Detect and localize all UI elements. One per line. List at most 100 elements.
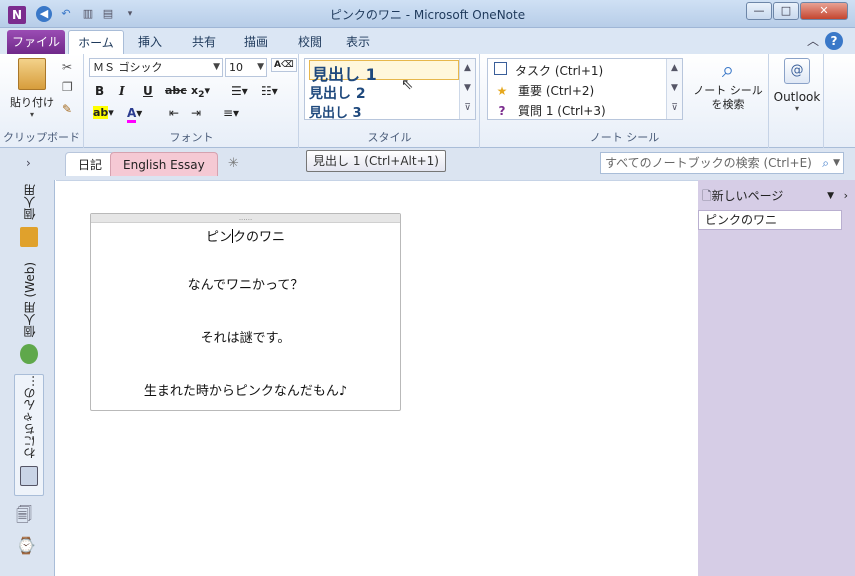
tags-group-label: ノート シール <box>589 131 660 144</box>
outlook-label: Outlook <box>773 90 821 104</box>
copy-icon[interactable]: ❐ <box>62 80 73 94</box>
tab-view[interactable]: 表示 <box>338 30 378 54</box>
chevron-down-icon: ▼ <box>213 62 220 72</box>
note-line-1[interactable]: なんでワニかって？ <box>91 274 400 293</box>
search-placeholder: すべてのノートブックの検索 (Ctrl+E) <box>605 156 812 170</box>
tab-insert[interactable]: 挿入 <box>130 30 170 54</box>
styles-gallery: 見出し 1 見出し 2 見出し 3 ⇖ ▲ ▼ ⊽ <box>304 58 476 121</box>
paste-button[interactable]: 貼り付け ▾ <box>8 58 56 119</box>
search-input[interactable]: すべてのノートブックの検索 (Ctrl+E) ⌕ ▼ <box>600 152 844 174</box>
tooltip: 見出し 1 (Ctrl+Alt+1) <box>306 150 446 172</box>
unfiled-notes-icon[interactable]: 🗐 <box>16 504 32 531</box>
find-tags-label: ノート シールを検索 <box>693 84 763 111</box>
new-page-icon: 🗋 <box>702 189 712 203</box>
new-page-label: 新しいページ <box>711 189 784 203</box>
italic-button[interactable]: I <box>119 84 125 98</box>
tag-task-label: タスク (Ctrl+1) <box>515 64 604 78</box>
font-size-combo[interactable]: 10 ▼ <box>225 58 267 77</box>
numbering-icon[interactable]: ☷▾ <box>261 84 278 98</box>
outlook-icon: @ <box>784 58 810 84</box>
page-list: 🗋新しいページ ▼ › ピンクのワニ <box>698 180 855 576</box>
tag-task[interactable]: タスク (Ctrl+1) <box>494 62 603 79</box>
outlook-group: @ Outlook ▾ <box>770 54 824 148</box>
minimize-button[interactable]: — <box>746 2 772 20</box>
chevron-right-icon[interactable]: › <box>844 186 848 206</box>
page-canvas[interactable]: ...... ピンクのワニ なんでワニかって？ それは謎です。 生まれた時からピ… <box>56 180 698 576</box>
underline-button[interactable]: U <box>143 84 153 98</box>
notebook-wani-label: わにちゃんの… <box>22 375 37 459</box>
align-icon[interactable]: ≡▾ <box>223 106 239 120</box>
strikethrough-button[interactable]: abc <box>165 84 187 97</box>
web-notebook-icon <box>20 344 38 365</box>
notebook-personal-web-label: 個人用 (Web) <box>22 262 37 338</box>
notebook-personal-web[interactable]: 個人用 (Web) <box>14 262 44 365</box>
note-title-part1: ピン <box>205 230 232 245</box>
checkbox-icon <box>494 62 507 75</box>
bold-button[interactable]: B <box>95 84 104 98</box>
tab-home[interactable]: ホーム <box>68 30 124 54</box>
notebook-personal-label: 個人用 <box>22 184 37 220</box>
bullets-icon[interactable]: ☰▾ <box>231 84 248 98</box>
page-item-pink-wani[interactable]: ピンクのワニ <box>698 210 842 230</box>
note-title-line[interactable]: ピンクのワニ <box>91 226 400 245</box>
tab-file[interactable]: ファイル <box>7 30 65 54</box>
font-name-combo[interactable]: ＭＳ ゴシック ▼ <box>89 58 223 77</box>
font-group: ＭＳ ゴシック ▼ 10 ▼ A⌫ B I U abc x2▾ ☰▾ ☷▾ ab… <box>85 54 299 148</box>
tag-important-label: 重要 (Ctrl+2) <box>518 84 595 98</box>
find-tags-icon: ⌕ <box>721 58 735 83</box>
star-icon: ★ <box>496 84 508 98</box>
collapse-ribbon-icon[interactable]: ︿ <box>807 32 819 49</box>
search-icon[interactable]: ⌕ <box>822 153 829 173</box>
note-line-3[interactable]: 生まれた時からピンクなんだもん♪ <box>91 380 400 399</box>
tab-review[interactable]: 校閲 <box>290 30 330 54</box>
clipboard-group: 貼り付け ▾ ✂ ❐ ✎ クリップボード <box>0 54 84 148</box>
paste-label: 貼り付け <box>10 96 54 109</box>
subscript-button[interactable]: x2▾ <box>191 84 210 100</box>
font-color-icon[interactable]: A▾ <box>127 106 142 123</box>
font-name-value: ＭＳ ゴシック <box>93 61 163 74</box>
note-drag-handle[interactable]: ...... <box>91 214 400 223</box>
tags-scroll[interactable]: ▲ ▼ ⊽ <box>666 59 682 119</box>
close-button[interactable]: ✕ <box>800 2 848 20</box>
notebook-icon <box>20 227 38 247</box>
ribbon: 貼り付け ▾ ✂ ❐ ✎ クリップボード ＭＳ ゴシック ▼ 10 ▼ A⌫ B… <box>0 54 855 148</box>
chevron-down-icon: ▼ <box>257 62 264 72</box>
style-heading-2[interactable]: 見出し 2 <box>309 83 366 103</box>
tab-share[interactable]: 共有 <box>184 30 224 54</box>
style-heading-3[interactable]: 見出し 3 <box>309 102 362 121</box>
increase-indent-icon[interactable]: ⇥ <box>191 106 201 120</box>
ribbon-tabs: ファイル ホーム 挿入 共有 描画 校閲 表示 ︿ ? <box>0 28 855 54</box>
highlight-icon[interactable]: ab▾ <box>93 106 114 119</box>
tab-draw[interactable]: 描画 <box>236 30 276 54</box>
note-line-2[interactable]: それは謎です。 <box>91 327 400 346</box>
chevron-down-icon[interactable]: ▼ <box>827 186 834 206</box>
notebook-personal[interactable]: 個人用 <box>14 184 44 247</box>
style-heading-1[interactable]: 見出し 1 <box>309 60 459 84</box>
decrease-indent-icon[interactable]: ⇤ <box>169 106 179 120</box>
page-templates-icon[interactable]: ⌚ <box>16 536 36 555</box>
expand-navigation-icon[interactable]: › <box>26 156 31 170</box>
format-painter-icon[interactable]: ✎ <box>62 102 72 116</box>
notebook-wani[interactable]: わにちゃんの… <box>14 374 44 496</box>
note-container[interactable]: ...... ピンクのワニ なんでワニかって？ それは謎です。 生まれた時からピ… <box>90 213 401 411</box>
tag-important[interactable]: ★ 重要 (Ctrl+2) <box>494 82 595 99</box>
section-tab-diary[interactable]: 日記 <box>65 152 116 176</box>
styles-scroll[interactable]: ▲ ▼ ⊽ <box>459 59 475 119</box>
maximize-button[interactable]: □ <box>773 2 799 20</box>
font-group-label: フォント <box>169 131 214 144</box>
new-section-icon[interactable]: ✳ <box>228 156 239 171</box>
section-tab-english-essay[interactable]: English Essay <box>110 152 218 176</box>
clear-formatting-icon[interactable]: A⌫ <box>271 58 297 72</box>
new-page-button[interactable]: 🗋新しいページ ▼ › <box>702 186 848 206</box>
help-icon[interactable]: ? <box>825 32 843 50</box>
styles-group: 見出し 1 見出し 2 見出し 3 ⇖ ▲ ▼ ⊽ スタイル <box>300 54 480 148</box>
find-tags-button[interactable]: ⌕ ノート シールを検索 <box>691 58 765 112</box>
notebook-navigation: 個人用 個人用 (Web) わにちゃんの… 🗐 ⌚ <box>0 180 55 576</box>
question-icon: ? <box>498 104 506 118</box>
outlook-button[interactable]: @ Outlook ▾ <box>772 58 822 113</box>
chevron-down-icon[interactable]: ▼ <box>833 153 840 173</box>
cut-icon[interactable]: ✂ <box>62 60 72 74</box>
tag-question[interactable]: ? 質問 1 (Ctrl+3) <box>494 102 606 119</box>
mouse-cursor-icon: ⇖ <box>401 75 414 93</box>
tags-gallery: タスク (Ctrl+1) ★ 重要 (Ctrl+2) ? 質問 1 (Ctrl+3)… <box>487 58 683 120</box>
